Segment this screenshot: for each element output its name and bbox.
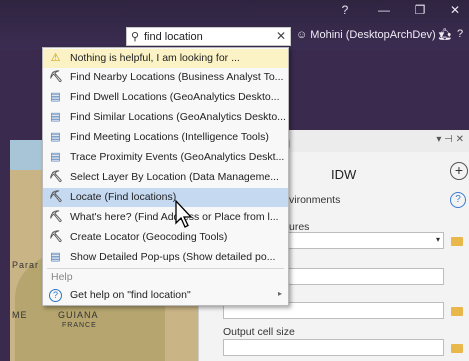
menu-item[interactable]: ⛏ Select Layer By Location (Data Managem… [43, 168, 288, 187]
help-icon: ? [49, 289, 62, 302]
menu-item-label: Find Dwell Locations (GeoAnalytics Deskt… [70, 91, 280, 103]
map-label: GUIANA [58, 310, 99, 320]
menu-item-label: Create Locator (Geocoding Tools) [70, 231, 228, 243]
hammer-icon: ⛏ [49, 231, 63, 243]
menu-item[interactable]: ▤ Find Similar Locations (GeoAnalytics D… [43, 108, 288, 127]
menu-item[interactable]: ▤ Find Meeting Locations (Intelligence T… [43, 128, 288, 147]
folder-icon[interactable] [451, 237, 463, 246]
folder-icon[interactable] [451, 344, 463, 353]
add-icon[interactable]: + [450, 162, 468, 180]
folder-icon[interactable] [451, 307, 463, 316]
chevron-down-icon: ▾ [435, 235, 440, 244]
map-label: ME [12, 310, 28, 320]
menu-item-label: Find Similar Locations (GeoAnalytics Des… [70, 111, 286, 123]
minimize-button[interactable]: — [376, 3, 392, 17]
menu-item[interactable]: ▤ Find Dwell Locations (GeoAnalytics Des… [43, 88, 288, 107]
map-label: Parar [12, 260, 40, 270]
menu-item[interactable]: ⛏ Create Locator (Geocoding Tools) [43, 228, 288, 247]
help-question-icon[interactable]: ? [457, 28, 463, 40]
map-label: FRANCE [62, 322, 97, 329]
menu-item[interactable]: ▤ Trace Proximity Events (GeoAnalytics D… [43, 148, 288, 167]
restore-button[interactable]: ❐ [412, 3, 428, 17]
menu-item[interactable]: ⛏ What's here? (Find Address or Place fr… [43, 208, 288, 227]
tool-name: IDW [331, 167, 357, 182]
output-cell-size-field[interactable] [223, 339, 444, 356]
help-section-heading: Help [51, 271, 73, 283]
menu-item[interactable]: ▤ Show Detailed Pop-ups (Show detailed p… [43, 248, 288, 267]
script-icon: ▤ [50, 151, 61, 163]
script-icon: ▤ [50, 91, 61, 103]
hammer-icon: ⛏ [49, 71, 63, 83]
script-icon: ▤ [50, 111, 61, 123]
menu-item-label: Find Nearby Locations (Business Analyst … [70, 71, 284, 83]
menu-separator [47, 268, 284, 269]
menu-item-label: Trace Proximity Events (GeoAnalytics Des… [70, 151, 285, 163]
close-button[interactable]: ✕ [447, 3, 463, 17]
output-cell-size-label: Output cell size [223, 326, 295, 338]
menu-item[interactable]: ⛏ Locate (Find locations) [43, 188, 288, 207]
command-search-box[interactable]: ⚲ ✕ [126, 27, 291, 46]
notification-bell-icon[interactable]: 🔔︎ [437, 27, 452, 41]
mouse-cursor-icon [175, 199, 193, 228]
hammer-icon: ⛏ [49, 171, 63, 183]
menu-item-label: Show Detailed Pop-ups (Show detailed po.… [70, 251, 276, 263]
user-name: Mohini (DesktopArchDev) [310, 29, 436, 41]
locate-icon: ⛏ [49, 191, 63, 203]
clear-search-icon[interactable]: ✕ [276, 29, 286, 43]
help-icon[interactable]: ? [450, 192, 466, 208]
get-help-item[interactable]: ? Get help on "find location" ▸ [43, 286, 288, 305]
hammer-icon: ⛏ [49, 211, 63, 223]
search-results-menu: ⚠ Nothing is helpful, I am looking for .… [42, 47, 289, 306]
menu-item[interactable]: ⚠ Nothing is helpful, I am looking for .… [43, 49, 288, 68]
popup-icon: ▤ [50, 251, 61, 263]
help-icon[interactable]: ? [337, 3, 353, 17]
search-icon: ⚲ [131, 31, 140, 43]
warning-icon: ⚠ [50, 52, 61, 64]
menu-item-label: Locate (Find locations) [70, 191, 177, 203]
get-help-label: Get help on "find location" [70, 289, 191, 301]
user-icon: ☺ [296, 29, 308, 41]
pane-controls[interactable]: ▾ ⊣ ✕ [436, 134, 464, 145]
environments-tab[interactable]: vironments [289, 194, 340, 206]
menu-item[interactable]: ⛏ Find Nearby Locations (Business Analys… [43, 68, 288, 87]
submenu-arrow-icon: ▸ [277, 289, 282, 298]
user-account-menu[interactable]: ☺ Mohini (DesktopArchDev) ▾ • [296, 28, 451, 41]
search-input[interactable] [144, 29, 274, 44]
menu-item-label: Select Layer By Location (Data Manageme.… [70, 171, 279, 183]
menu-item-label: Find Meeting Locations (Intelligence Too… [70, 131, 269, 143]
menu-item-label: Nothing is helpful, I am looking for ... [70, 52, 240, 64]
script-icon: ▤ [50, 131, 61, 143]
